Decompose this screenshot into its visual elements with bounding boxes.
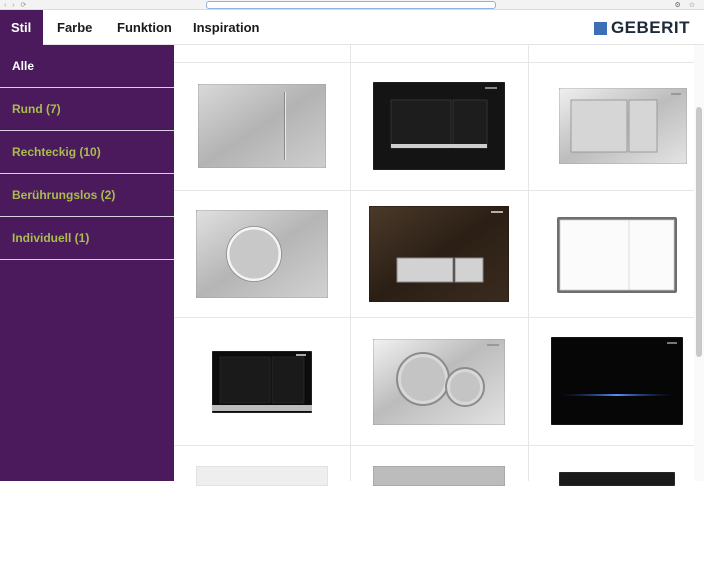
- tab-funktion[interactable]: Funktion: [117, 10, 172, 45]
- logo-text: GEBERIT: [610, 18, 690, 37]
- logo-square-icon: [593, 21, 607, 35]
- sidebar-item-beruehrungslos[interactable]: Berührungslos (2): [0, 174, 174, 217]
- product-image: [551, 337, 683, 425]
- product-image: [373, 466, 505, 486]
- product-image: [373, 339, 505, 425]
- sidebar-item-individuell[interactable]: Individuell (1): [0, 217, 174, 260]
- product-tile[interactable]: [351, 63, 527, 190]
- vertical-scrollbar[interactable]: [694, 45, 704, 481]
- tab-inspiration[interactable]: Inspiration: [193, 10, 259, 45]
- browser-toolbar: ‹ › ⟳ ⚙ ☆: [0, 0, 704, 10]
- product-tile[interactable]: [351, 318, 527, 445]
- product-tile[interactable]: [351, 191, 527, 318]
- browser-tool-icons[interactable]: ⚙ ☆: [675, 1, 699, 9]
- product-image: [196, 466, 328, 486]
- tab-stil[interactable]: Stil: [0, 10, 43, 45]
- product-grid: [174, 45, 694, 486]
- address-bar[interactable]: [206, 1, 496, 9]
- sidebar-item-alle[interactable]: Alle: [0, 45, 174, 88]
- tab-farbe[interactable]: Farbe: [57, 10, 92, 45]
- product-tile[interactable]: [174, 63, 350, 190]
- filter-sidebar: Alle Rund (7) Rechteckig (10) Berührungs…: [0, 45, 174, 481]
- product-image: [373, 82, 505, 170]
- geberit-logo[interactable]: GEBERIT: [593, 18, 690, 37]
- product-image: [559, 472, 675, 486]
- product-tile[interactable]: [529, 318, 704, 445]
- product-image: [559, 88, 687, 164]
- top-navigation: Stil Farbe Funktion Inspiration GEBERIT: [0, 10, 704, 45]
- product-tile[interactable]: [351, 446, 527, 573]
- product-image: [196, 210, 328, 298]
- product-image: [557, 217, 677, 293]
- product-tile[interactable]: [529, 191, 704, 318]
- product-tile[interactable]: [174, 318, 350, 445]
- sidebar-item-rechteckig[interactable]: Rechteckig (10): [0, 131, 174, 174]
- product-tile[interactable]: [529, 63, 704, 190]
- product-image: [369, 206, 509, 302]
- product-image: [212, 351, 312, 413]
- product-tile[interactable]: [174, 191, 350, 318]
- scrollbar-thumb[interactable]: [696, 107, 702, 357]
- product-tile[interactable]: [529, 446, 704, 573]
- sidebar-item-rund[interactable]: Rund (7): [0, 88, 174, 131]
- product-image: [198, 84, 326, 168]
- product-tile[interactable]: [174, 446, 350, 573]
- browser-nav-icons[interactable]: ‹ › ⟳: [4, 1, 28, 9]
